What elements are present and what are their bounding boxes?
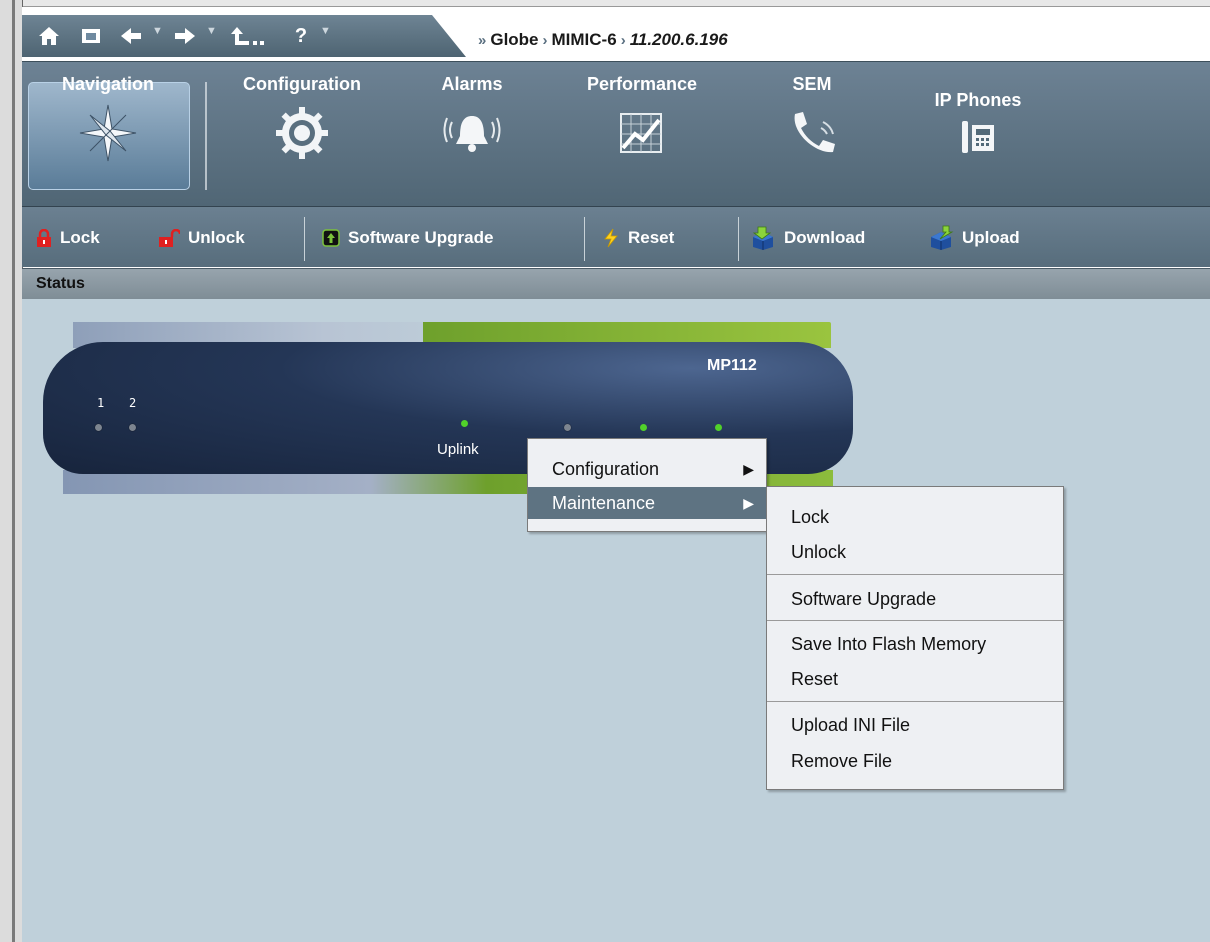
lock-label: Lock <box>60 228 100 247</box>
reset-button[interactable]: Reset <box>602 225 674 251</box>
bell-icon <box>443 116 501 152</box>
submenu-remove-file[interactable]: Remove File <box>767 745 1063 777</box>
port-1-led[interactable] <box>95 424 102 431</box>
toolbar-separator <box>584 217 585 261</box>
menu-separator <box>767 620 1063 621</box>
menu-separator <box>767 701 1063 702</box>
toolbar-separator <box>738 217 739 261</box>
submenu-arrow-icon: ▶ <box>743 460 754 477</box>
submenu-reset-label: Reset <box>791 668 839 689</box>
desk-phone-icon <box>962 121 994 153</box>
uplink-label: Uplink <box>437 441 479 458</box>
context-menu-configuration-label: Configuration <box>552 458 660 479</box>
tab-sem-label: SEM <box>792 74 832 94</box>
breadcrumb-start-icon: » <box>478 31 487 49</box>
submenu-upload-ini[interactable]: Upload INI File <box>767 709 1063 741</box>
action-toolbar: Lock Unlock Software Upgrade Reset Downl… <box>22 206 1210 267</box>
tab-configuration-label: Configuration <box>243 74 361 94</box>
context-menu: Configuration ▶ Maintenance ▶ <box>527 438 767 532</box>
left-frame <box>0 0 23 942</box>
port-1-label: 1 <box>97 396 105 410</box>
software-upgrade-label: Software Upgrade <box>348 228 494 247</box>
submenu-reset[interactable]: Reset <box>767 663 1063 695</box>
submenu-lock[interactable]: Lock <box>767 501 1063 533</box>
lock-button[interactable]: Lock <box>36 225 100 251</box>
folder-icon[interactable] <box>78 23 104 49</box>
status-title: Status <box>36 275 85 292</box>
submenu-software-upgrade-label: Software Upgrade <box>791 588 937 609</box>
device-model-label: MP112 <box>707 357 757 374</box>
status-led <box>640 424 647 431</box>
download-label: Download <box>784 228 866 247</box>
window-top-edge <box>22 0 1210 7</box>
breadcrumb-mimic[interactable]: MIMIC-6 <box>552 30 617 50</box>
submenu-save-flash-label: Save Into Flash Memory <box>791 633 987 654</box>
help-icon[interactable]: ? <box>288 23 314 49</box>
back-arrow-icon[interactable] <box>118 23 144 49</box>
forward-arrow-icon[interactable] <box>172 23 198 49</box>
upload-box-icon <box>931 225 954 250</box>
unlock-icon <box>159 229 180 247</box>
gear-icon <box>276 107 328 159</box>
main-ribbon: Navigation Configuration Alarms Performa… <box>22 61 1210 206</box>
breadcrumb-ip[interactable]: 11.200.6.196 <box>630 30 728 50</box>
tab-navigation-label: Navigation <box>61 74 154 94</box>
forward-dropdown-icon[interactable]: ▼ <box>206 25 217 37</box>
up-level-icon[interactable] <box>228 23 268 49</box>
help-dropdown-icon[interactable]: ▼ <box>320 25 331 37</box>
lightning-icon <box>604 228 618 248</box>
home-icon[interactable] <box>36 23 62 49</box>
upload-button[interactable]: Upload <box>928 225 1020 251</box>
status-led <box>564 424 571 431</box>
submenu-upload-ini-label: Upload INI File <box>791 714 911 735</box>
context-menu-maintenance-label: Maintenance <box>552 492 656 513</box>
software-upgrade-button[interactable]: Software Upgrade <box>322 225 493 251</box>
breadcrumb-globe[interactable]: Globe <box>490 30 538 50</box>
tab-alarms[interactable]: Alarms <box>422 74 522 165</box>
submenu-unlock[interactable]: Unlock <box>767 536 1063 568</box>
tab-configuration[interactable]: Configuration <box>222 74 382 165</box>
status-led <box>715 424 722 431</box>
toolbar-separator <box>304 217 305 261</box>
tab-alarms-label: Alarms <box>441 74 503 94</box>
context-menu-maintenance[interactable]: Maintenance ▶ <box>528 487 766 519</box>
address-bar: ▼ ▼ ? ▼ » Globe › MIMIC-6 › 11.200.6.196 <box>22 7 1210 61</box>
download-box-icon <box>752 226 773 250</box>
tab-navigation[interactable]: Navigation <box>28 74 188 165</box>
chart-icon <box>620 113 662 153</box>
tab-ip-phones-label: IP Phones <box>934 90 1022 110</box>
tab-performance[interactable]: Performance <box>562 74 722 165</box>
unlock-label: Unlock <box>188 228 245 247</box>
submenu-save-flash[interactable]: Save Into Flash Memory <box>767 628 1063 660</box>
tab-sem[interactable]: SEM <box>762 74 862 165</box>
tab-performance-label: Performance <box>586 74 698 94</box>
menu-separator <box>767 574 1063 575</box>
context-menu-configuration[interactable]: Configuration ▶ <box>528 453 766 485</box>
breadcrumb-separator-icon: › <box>542 31 548 49</box>
port-2-label: 2 <box>129 396 137 410</box>
lock-icon <box>37 229 51 247</box>
phone-handset-icon <box>794 112 835 153</box>
submenu-remove-file-label: Remove File <box>791 750 893 771</box>
submenu-lock-label: Lock <box>791 506 830 527</box>
upload-label: Upload <box>962 228 1020 247</box>
breadcrumb-separator-icon: › <box>620 31 626 49</box>
submenu-unlock-label: Unlock <box>791 541 847 562</box>
unlock-button[interactable]: Unlock <box>158 225 245 251</box>
back-dropdown-icon[interactable]: ▼ <box>152 25 163 37</box>
navigation-toolbar: ▼ ▼ ? ▼ <box>22 15 466 57</box>
port-2-led[interactable] <box>129 424 136 431</box>
download-button[interactable]: Download <box>750 225 865 251</box>
maintenance-submenu: Lock Unlock Software Upgrade Save Into F… <box>766 486 1064 790</box>
submenu-software-upgrade[interactable]: Software Upgrade <box>767 583 1063 615</box>
compass-star-icon <box>79 104 137 162</box>
reset-label: Reset <box>628 228 675 247</box>
status-header: Status <box>22 268 1210 300</box>
submenu-arrow-icon: ▶ <box>743 494 754 511</box>
uplink-led[interactable] <box>461 420 468 427</box>
ribbon-divider <box>205 82 207 190</box>
breadcrumb: » Globe › MIMIC-6 › 11.200.6.196 <box>478 25 728 55</box>
upgrade-icon <box>322 229 340 247</box>
tab-ip-phones[interactable]: IP Phones <box>916 74 1040 163</box>
